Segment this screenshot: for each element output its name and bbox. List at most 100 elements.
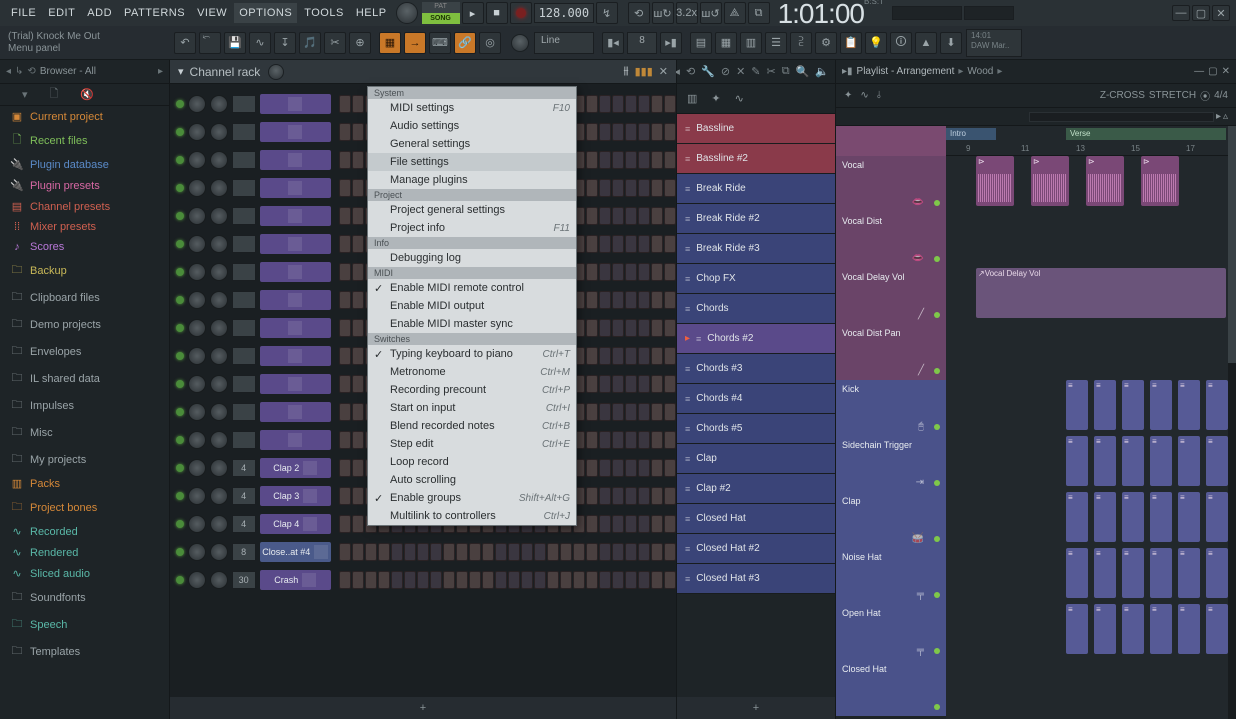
step-cell[interactable]	[625, 543, 637, 561]
render-icon[interactable]: ∿	[249, 32, 271, 54]
track-clap[interactable]: Clap🥁	[836, 492, 946, 548]
step-cell[interactable]	[495, 571, 507, 589]
step-cell[interactable]	[352, 179, 364, 197]
step-cell[interactable]	[417, 571, 429, 589]
pattern-clip[interactable]: ≡	[1122, 548, 1144, 598]
drag-grip-icon[interactable]: ≡	[685, 154, 690, 164]
browser-item-speech[interactable]: 🗀Speech	[0, 611, 169, 638]
step-cell[interactable]	[612, 347, 624, 365]
step-cell[interactable]	[612, 543, 624, 561]
mute-led[interactable]	[176, 548, 184, 556]
browser-item-il-shared-data[interactable]: 🗀IL shared data	[0, 365, 169, 392]
step-cell[interactable]	[664, 319, 676, 337]
pattern-break-ride[interactable]: ≡Break Ride	[677, 174, 835, 204]
drag-grip-icon[interactable]: ≡	[685, 364, 690, 374]
main-volume-knob[interactable]	[396, 2, 418, 24]
step-cell[interactable]	[612, 123, 624, 141]
step-cell[interactable]	[482, 543, 494, 561]
channel-button[interactable]	[260, 234, 331, 254]
audio-clip-vocal[interactable]: ⊳	[1031, 156, 1069, 206]
browser-collapse-all-icon[interactable]: ▾	[22, 88, 28, 101]
step-cell[interactable]	[612, 291, 624, 309]
step-cell[interactable]	[547, 543, 559, 561]
step-cell[interactable]	[404, 543, 416, 561]
channel-button[interactable]	[260, 206, 331, 226]
mute-led[interactable]	[176, 156, 184, 164]
step-cell[interactable]	[664, 487, 676, 505]
overview-right-icon[interactable]: ▸	[1216, 111, 1221, 122]
step-cell[interactable]	[339, 207, 351, 225]
drag-grip-icon[interactable]: ≡	[685, 424, 690, 434]
step-cell[interactable]	[599, 459, 611, 477]
pl-chop-icon[interactable]: ⫰	[877, 90, 881, 101]
step-cell[interactable]	[625, 291, 637, 309]
step-cell[interactable]	[339, 571, 351, 589]
channel-button[interactable]	[260, 290, 331, 310]
channel-rack-menu-icon[interactable]: ▾	[178, 65, 184, 78]
menu-item-enable-midi-master-sync[interactable]: Enable MIDI master sync	[368, 315, 576, 333]
mixer-track-num[interactable]	[232, 291, 256, 309]
channel-button[interactable]	[260, 178, 331, 198]
add-channel-button[interactable]: +	[170, 697, 676, 719]
channel-button[interactable]	[260, 150, 331, 170]
step-cell[interactable]	[664, 123, 676, 141]
menu-options[interactable]: OPTIONS	[234, 3, 297, 23]
stop-button[interactable]: ■	[486, 2, 508, 24]
channel-button[interactable]	[260, 402, 331, 422]
add-pattern-button[interactable]: +	[677, 697, 835, 719]
pattern-chords-3[interactable]: ≡Chords #3	[677, 354, 835, 384]
menu-tools[interactable]: TOOLS	[299, 3, 349, 23]
step-cell[interactable]	[573, 543, 585, 561]
step-cell[interactable]	[443, 543, 455, 561]
channel-button[interactable]: Crash	[260, 570, 331, 590]
record-button[interactable]	[510, 2, 532, 24]
pattern-list[interactable]: ≡Bassline≡Bassline #2≡Break Ride≡Break R…	[677, 114, 835, 697]
menu-item-file-settings[interactable]: File settings	[368, 153, 576, 171]
snap-select[interactable]: Line	[534, 32, 594, 54]
time-marker-verse[interactable]: Verse	[1066, 128, 1226, 140]
step-cell[interactable]	[560, 543, 572, 561]
step-cell[interactable]	[625, 235, 637, 253]
step-cell[interactable]	[339, 291, 351, 309]
step-cell[interactable]	[625, 95, 637, 113]
browser-item-plugin-presets[interactable]: 🔌Plugin presets	[0, 175, 169, 196]
step-cell[interactable]	[625, 263, 637, 281]
step-cell[interactable]	[599, 95, 611, 113]
browser-item-current-project[interactable]: ▣Current project	[0, 106, 169, 127]
view-pianoroll-icon[interactable]: ▥	[740, 32, 762, 54]
menu-item-typing-keyboard-to-piano[interactable]: ✓Typing keyboard to pianoCtrl+T	[368, 345, 576, 363]
step-cell[interactable]	[521, 543, 533, 561]
close-button[interactable]: ✕	[1212, 5, 1230, 21]
step-cell[interactable]	[651, 95, 663, 113]
step-cell[interactable]	[599, 403, 611, 421]
step-cell[interactable]	[469, 543, 481, 561]
drag-grip-icon[interactable]: ≡	[685, 544, 690, 554]
pan-knob[interactable]	[188, 179, 206, 197]
mute-led[interactable]	[176, 212, 184, 220]
step-cell[interactable]	[612, 431, 624, 449]
nudge-left-icon[interactable]: ▮◂	[602, 32, 624, 54]
loop-rec-icon[interactable]: ш↺	[700, 2, 722, 24]
browser-item-mixer-presets[interactable]: ⁞⁞Mixer presets	[0, 217, 169, 237]
step-cell[interactable]	[651, 207, 663, 225]
menu-item-enable-midi-remote-control[interactable]: ✓Enable MIDI remote control	[368, 279, 576, 297]
track-active-led[interactable]	[934, 424, 940, 430]
step-cell[interactable]	[638, 459, 650, 477]
step-cell[interactable]	[599, 347, 611, 365]
step-cell[interactable]	[638, 235, 650, 253]
pattern-clip[interactable]: ≡	[1094, 380, 1116, 430]
step-display-icon[interactable]: ▮▮▮	[635, 65, 653, 78]
playlist-min-icon[interactable]: —	[1194, 66, 1204, 77]
step-cell[interactable]	[599, 235, 611, 253]
save-icon[interactable]: 💾	[224, 32, 246, 54]
step-cell[interactable]	[664, 571, 676, 589]
step-cell[interactable]	[352, 543, 364, 561]
step-cell[interactable]	[599, 319, 611, 337]
channel-button[interactable]: Clap 4	[260, 514, 331, 534]
browser-back-icon[interactable]: ◂	[6, 66, 11, 77]
pattern-bassline[interactable]: ≡Bassline	[677, 114, 835, 144]
drag-grip-icon[interactable]: ≡	[685, 304, 690, 314]
playlist-arrangement[interactable]: Wood	[967, 66, 993, 77]
menu-item-enable-groups[interactable]: ✓Enable groupsShift+Alt+G	[368, 489, 576, 507]
channel-button[interactable]: Clap 2	[260, 458, 331, 478]
